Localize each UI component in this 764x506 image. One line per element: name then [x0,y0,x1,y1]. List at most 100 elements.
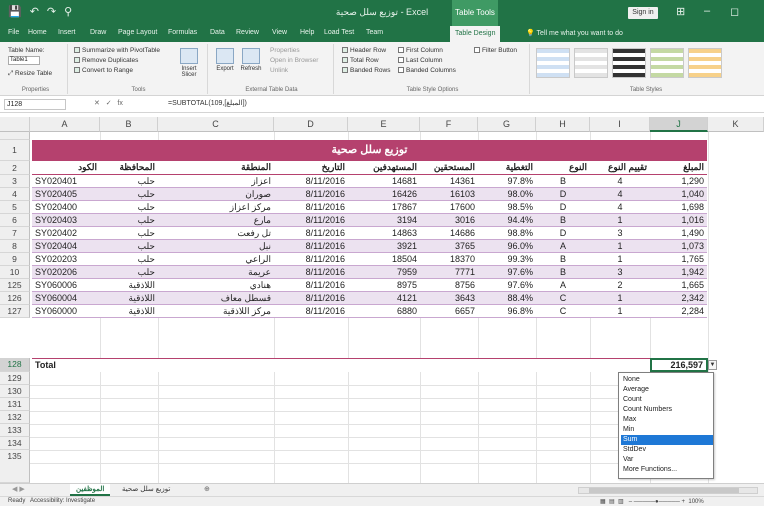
cell-type[interactable]: C [536,305,590,318]
cell-eligible[interactable]: 17600 [420,201,478,214]
function-option[interactable]: StdDev [621,445,713,455]
row-header[interactable]: 126 [0,292,30,305]
cell-governorate[interactable]: اللاذقية [100,292,158,305]
cell-area[interactable]: هنادي [158,279,274,292]
cell-targeted[interactable]: 3921 [348,240,420,253]
page-break-view-icon[interactable]: ▥ [618,499,624,505]
tab-insert[interactable]: Insert [58,29,76,36]
cell-targeted[interactable]: 8975 [348,279,420,292]
row-header[interactable]: 1 [0,140,30,161]
cell-amount[interactable]: 1,490 [650,227,707,240]
column-header[interactable]: K [708,117,764,132]
open-browser-button[interactable]: Open in Browser [270,57,318,64]
function-option-selected[interactable]: Sum [621,435,713,445]
cell-area[interactable]: الراعي [158,253,274,266]
column-header-selected[interactable]: J [650,117,708,132]
minimize-icon[interactable]: – [704,5,710,17]
cell-area[interactable]: مركز اعزاز [158,201,274,214]
cell-governorate[interactable]: حلب [100,214,158,227]
cell-governorate[interactable]: حلب [100,240,158,253]
cell-eligible[interactable]: 7771 [420,266,478,279]
cell-coverage[interactable]: 98.5% [478,201,536,214]
table-title[interactable]: توزيع سلل صحية [32,140,707,161]
add-sheet-icon[interactable]: ⊕ [198,484,216,496]
cell-type-rating[interactable]: 4 [590,175,650,188]
tab-file[interactable]: File [8,29,19,36]
row-header[interactable]: 135 [0,450,30,483]
sign-in-button[interactable]: Sign in [628,7,658,19]
cell-governorate[interactable]: حلب [100,227,158,240]
cell-type-rating[interactable]: 4 [590,188,650,201]
name-box[interactable]: J128 [4,99,66,110]
cell-governorate[interactable]: اللاذقية [100,279,158,292]
header-area[interactable]: المنطقة [158,161,274,174]
header-row-checkbox[interactable]: Header Row [342,47,386,54]
convert-range-button[interactable]: Convert to Range [74,67,133,74]
cell-coverage[interactable]: 97.6% [478,266,536,279]
column-header[interactable]: C [158,117,274,132]
cell-type[interactable]: B [536,175,590,188]
refresh-button[interactable]: Refresh [238,48,264,72]
cell-type-rating[interactable]: 4 [590,201,650,214]
cell-governorate[interactable]: حلب [100,266,158,279]
accessibility-status[interactable]: Accessibility: Investigate [30,498,95,504]
cell-type[interactable]: B [536,214,590,227]
cell-area[interactable]: صوران [158,188,274,201]
cell-date[interactable]: 8/11/2016 [274,240,348,253]
cell-type-rating[interactable]: 3 [590,266,650,279]
column-header[interactable]: E [348,117,420,132]
row-header[interactable]: 4 [0,188,30,201]
total-amount-cell[interactable]: 216,597 [650,358,708,372]
header-targeted[interactable]: المستهدفين [348,161,420,174]
tell-me-search[interactable]: 💡 Tell me what you want to do [526,29,623,37]
row-header[interactable]: 131 [0,398,30,411]
table-style-swatch[interactable] [536,48,570,78]
filter-button-checkbox[interactable]: Filter Button [474,47,517,54]
cell-amount[interactable]: 1,765 [650,253,707,266]
row-header[interactable]: 3 [0,175,30,188]
cell-targeted[interactable]: 6880 [348,305,420,318]
cell-date[interactable]: 8/11/2016 [274,305,348,318]
table-style-swatch[interactable] [688,48,722,78]
cell-targeted[interactable]: 17867 [348,201,420,214]
header-governorate[interactable]: المحافظة [100,161,158,174]
cell-type[interactable]: B [536,253,590,266]
cell-eligible[interactable]: 8756 [420,279,478,292]
header-date[interactable]: التاريخ [274,161,348,174]
tab-home[interactable]: Home [28,29,47,36]
cell-governorate[interactable]: اللاذقية [100,305,158,318]
cell-amount[interactable]: 2,284 [650,305,707,318]
cell-governorate[interactable]: حلب [100,201,158,214]
function-option[interactable]: Max [621,415,713,425]
cell-targeted[interactable]: 4121 [348,292,420,305]
properties-button[interactable]: Properties [270,47,300,54]
cell-area[interactable]: عريمة [158,266,274,279]
export-button[interactable]: Export [212,48,238,72]
cell-coverage[interactable]: 99.3% [478,253,536,266]
cell-type-rating[interactable]: 1 [590,214,650,227]
cell-code[interactable]: SY020400 [32,201,100,214]
cell-code[interactable]: SY060006 [32,279,100,292]
cell-area[interactable]: نبل [158,240,274,253]
cell-type[interactable]: D [536,188,590,201]
cell-area[interactable]: قسطل معاف [158,292,274,305]
cell-area[interactable]: تل رفعت [158,227,274,240]
cell-type[interactable]: D [536,201,590,214]
cell-code[interactable]: SY020404 [32,240,100,253]
cell-amount[interactable]: 1,016 [650,214,707,227]
cell-area[interactable]: اعزاز [158,175,274,188]
column-header[interactable]: A [30,117,100,132]
cell-amount[interactable]: 2,342 [650,292,707,305]
row-header[interactable]: 9 [0,253,30,266]
row-header[interactable]: 125 [0,279,30,292]
cell-code[interactable]: SY020206 [32,266,100,279]
cell-eligible[interactable]: 3016 [420,214,478,227]
total-label[interactable]: Total [32,359,100,372]
tab-formulas[interactable]: Formulas [168,29,197,36]
cell-date[interactable]: 8/11/2016 [274,266,348,279]
cell-type[interactable]: A [536,279,590,292]
function-option[interactable]: Count Numbers [621,405,713,415]
select-all-corner[interactable] [0,117,30,132]
tab-data[interactable]: Data [210,29,225,36]
resize-table-button[interactable]: ⤢ Resize Table [8,70,52,78]
